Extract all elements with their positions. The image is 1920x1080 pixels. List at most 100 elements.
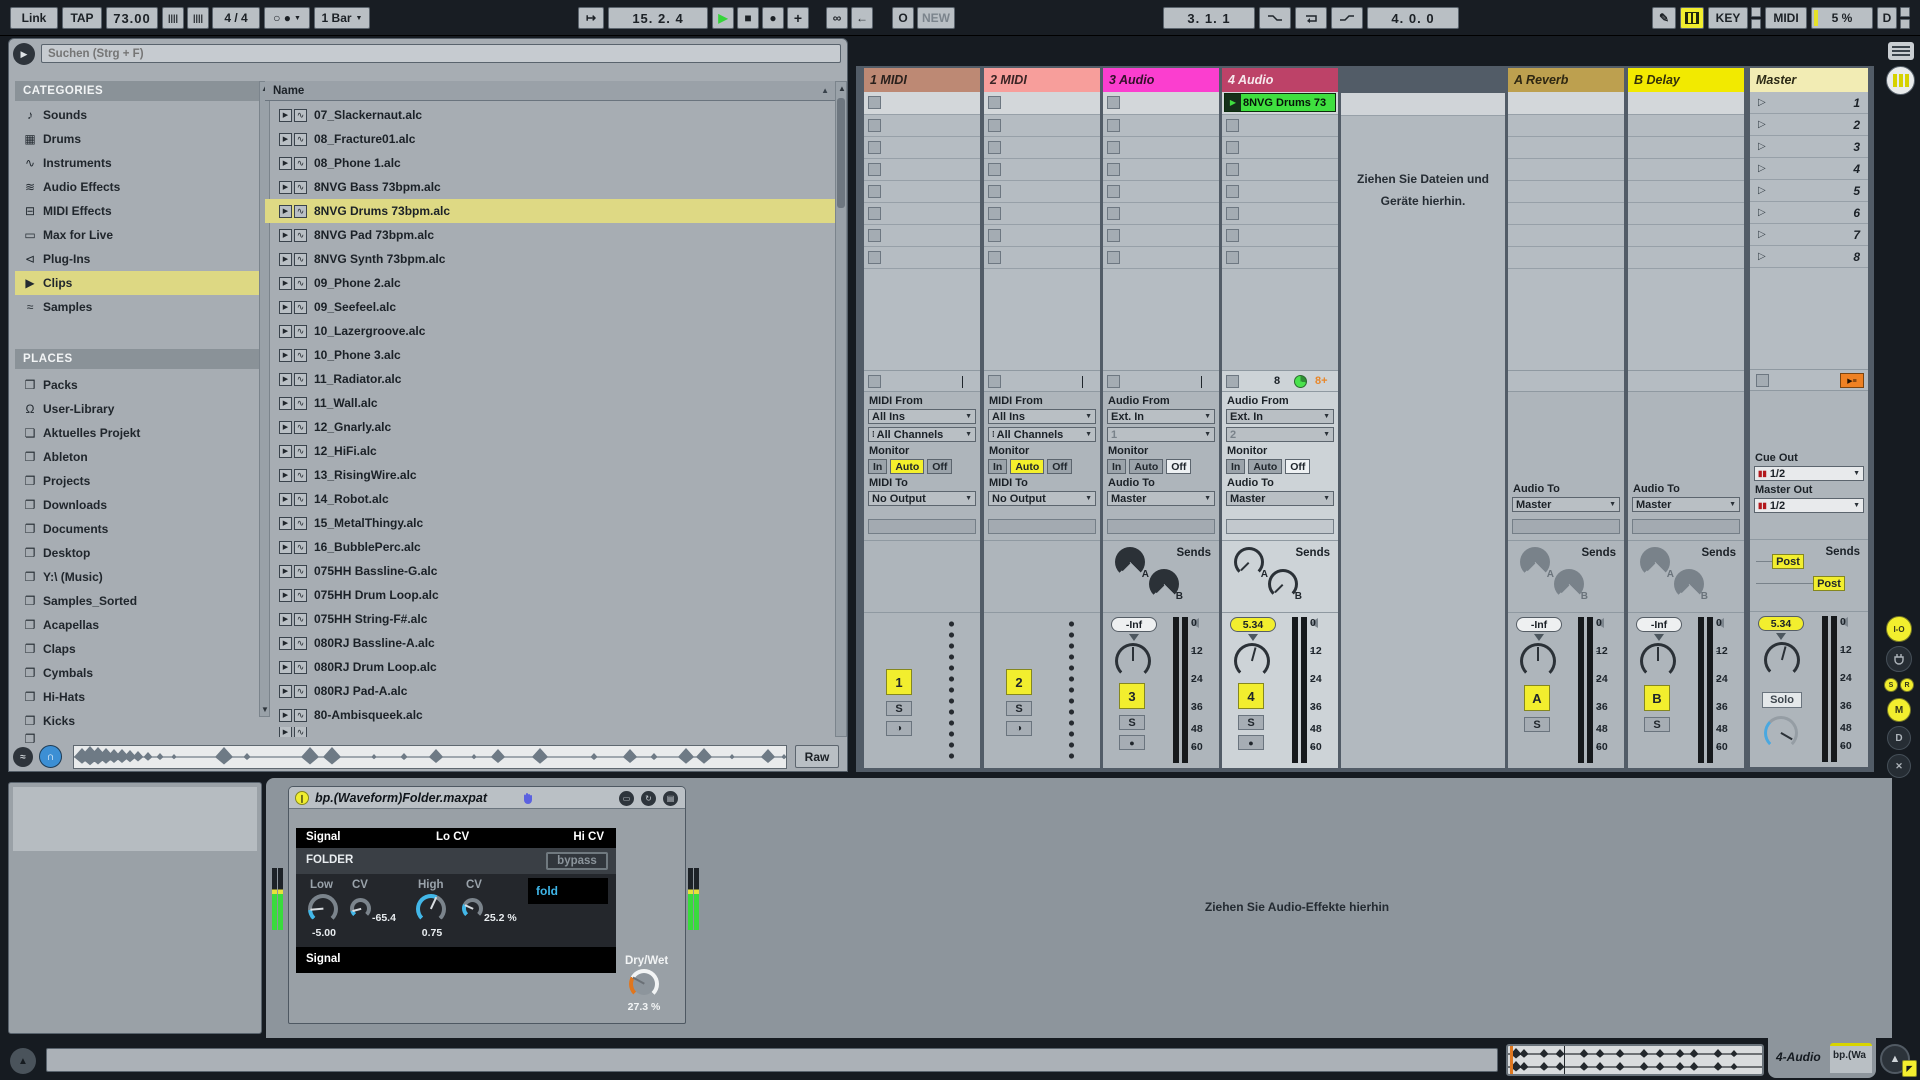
show-sends-s-button[interactable]: S: [1884, 678, 1898, 692]
show-track-delay-button[interactable]: D: [1887, 726, 1911, 750]
clip-play-icon[interactable]: ▶: [279, 180, 292, 194]
clip-slot[interactable]: [984, 225, 1100, 247]
send-a-knob[interactable]: A: [1234, 547, 1268, 580]
file-row[interactable]: ▶ ∿ 075HH Bassline-G.alc: [265, 559, 837, 583]
volume-knob[interactable]: [1115, 643, 1151, 679]
sidebar-item-category[interactable]: ≋ Audio Effects: [15, 175, 259, 199]
back-to-arrangement-button[interactable]: ←: [851, 7, 873, 29]
volume-value[interactable]: -Inf: [1636, 617, 1682, 632]
clip-play-icon[interactable]: ▶: [279, 156, 292, 170]
clip-slot[interactable]: ▶ 8NVG Drums 73: [1222, 92, 1338, 115]
clip-stop-button[interactable]: [868, 96, 881, 109]
send-b-knob[interactable]: B: [1674, 569, 1708, 602]
clip-slot[interactable]: [1222, 225, 1338, 247]
volume-value[interactable]: 5.34: [1230, 617, 1276, 632]
clip-stop-button[interactable]: [1107, 207, 1120, 220]
clip-play-icon[interactable]: ▶: [279, 660, 292, 674]
browser-collapse-button[interactable]: ▶: [13, 43, 35, 65]
scene-row[interactable]: ▷ 7: [1750, 224, 1868, 246]
stop-button[interactable]: [1756, 374, 1769, 387]
stop-all-track-clips-button[interactable]: [868, 375, 881, 388]
clip-stop-button[interactable]: [868, 251, 881, 264]
clip-slot[interactable]: [1103, 115, 1219, 137]
tempo-field[interactable]: 73.00: [106, 7, 158, 29]
clip-play-icon[interactable]: ▶: [279, 108, 292, 122]
loop-length-field[interactable]: 4. 0. 0: [1367, 7, 1459, 29]
output-channel-box[interactable]: [1512, 519, 1620, 534]
scene-play-icon[interactable]: ▷: [1758, 251, 1766, 262]
arm-button[interactable]: ●: [1119, 735, 1145, 750]
file-row[interactable]: ▶ ∿ 09_Phone 2.alc: [265, 271, 837, 295]
sidebar-item-category[interactable]: ≈ Samples: [15, 295, 259, 319]
stop-button[interactable]: ■: [737, 7, 759, 29]
solo-button[interactable]: S: [1238, 715, 1264, 730]
sidebar-item-place[interactable]: ❐ Claps: [15, 637, 259, 661]
cpu-load-meter[interactable]: 5 %: [1811, 7, 1873, 29]
scene-play-icon[interactable]: ▷: [1758, 185, 1766, 196]
clip-stop-button[interactable]: [988, 207, 1001, 220]
high-cv-knob[interactable]: [462, 898, 483, 919]
clip-slot[interactable]: [984, 159, 1100, 181]
overdub-button[interactable]: +: [787, 7, 809, 29]
solo-cue-button[interactable]: Solo: [1762, 692, 1802, 708]
monitor-off-button[interactable]: Off: [1047, 459, 1073, 474]
clip-slot[interactable]: [1103, 159, 1219, 181]
file-row[interactable]: ▶ ∿ 16_BubblePerc.alc: [265, 535, 837, 559]
stop-all-track-clips-button[interactable]: [1107, 375, 1120, 388]
clip-stop-button[interactable]: [1226, 141, 1239, 154]
monitor-auto-button[interactable]: Auto: [1010, 459, 1045, 474]
file-row[interactable]: ▶ ∿ 08_Fracture01.alc: [265, 127, 837, 151]
clip-slot[interactable]: [864, 181, 980, 203]
clip-stop-button[interactable]: [1226, 251, 1239, 264]
clip-stop-button[interactable]: [1226, 185, 1239, 198]
clip-slot[interactable]: [1222, 115, 1338, 137]
mode-display[interactable]: fold: [528, 878, 608, 904]
sidebar-item-category[interactable]: ▭ Max for Live: [15, 223, 259, 247]
high-cv-value[interactable]: 25.2 %: [484, 912, 517, 924]
automation-arm-button[interactable]: O: [892, 7, 914, 29]
sidebar-item-place[interactable]: ❐ Hi-Hats: [15, 685, 259, 709]
input-type-chooser[interactable]: All Ins ▼: [988, 409, 1096, 424]
loop-button[interactable]: [1295, 7, 1327, 29]
file-row[interactable]: ▶ ∿ 8NVG Drums 73bpm.alc: [265, 199, 837, 223]
clip-stop-button[interactable]: [868, 207, 881, 220]
solo-button[interactable]: S: [1119, 715, 1145, 730]
clip-slot[interactable]: [864, 92, 980, 115]
monitor-in-button[interactable]: In: [988, 459, 1008, 474]
output-type-chooser[interactable]: Master ▼: [1632, 497, 1740, 512]
sidebar-item-category[interactable]: ♪ Sounds: [15, 103, 259, 127]
track-header[interactable]: 1 MIDI: [864, 68, 980, 92]
clip-play-icon[interactable]: ▶: [279, 300, 292, 314]
cue-volume-knob[interactable]: [1764, 716, 1798, 750]
output-type-chooser[interactable]: No Output ▼: [868, 491, 976, 506]
stop-all-clips-button[interactable]: ▶≡: [1840, 373, 1864, 388]
file-row[interactable]: ▶ ∿ 8NVG Bass 73bpm.alc: [265, 175, 837, 199]
clip-stop-button[interactable]: [1107, 163, 1120, 176]
arm-button[interactable]: ◑: [1006, 721, 1032, 736]
output-channel-box[interactable]: [868, 519, 976, 534]
clip-stop-button[interactable]: [988, 229, 1001, 242]
send-a-knob[interactable]: A: [1640, 547, 1674, 580]
file-list-header[interactable]: Name ▲: [265, 81, 837, 101]
clip-play-icon[interactable]: ▶: [279, 252, 292, 266]
clip-play-icon[interactable]: ▶: [279, 468, 292, 482]
output-channel-box[interactable]: [1632, 519, 1740, 534]
file-row[interactable]: ▶ ∿ 8NVG Synth 73bpm.alc: [265, 247, 837, 271]
hamburger-menu-icon[interactable]: [1888, 42, 1914, 60]
sidebar-item-place[interactable]: ❐ Projects: [15, 469, 259, 493]
output-channel-box[interactable]: [988, 519, 1096, 534]
file-row[interactable]: ▶ ∿ 080RJ Drum Loop.alc: [265, 655, 837, 679]
clip-slot[interactable]: [1103, 225, 1219, 247]
record-button[interactable]: ●: [762, 7, 784, 29]
scene-row[interactable]: ▷ 5: [1750, 180, 1868, 202]
track-header[interactable]: 2 MIDI: [984, 68, 1100, 92]
clip-play-icon[interactable]: ▶: [279, 444, 292, 458]
clip-play-icon[interactable]: ▶: [279, 516, 292, 530]
sidebar-item-place[interactable]: ❐ Desktop: [15, 541, 259, 565]
volume-value[interactable]: -Inf: [1516, 617, 1562, 632]
clip-play-icon[interactable]: ▶: [279, 684, 292, 698]
clip-slot[interactable]: [864, 159, 980, 181]
input-channel-chooser[interactable]: ⁞ All Channels ▼: [988, 427, 1096, 442]
scrollbar-thumb[interactable]: [837, 98, 845, 208]
clip-stop-button[interactable]: [1107, 141, 1120, 154]
